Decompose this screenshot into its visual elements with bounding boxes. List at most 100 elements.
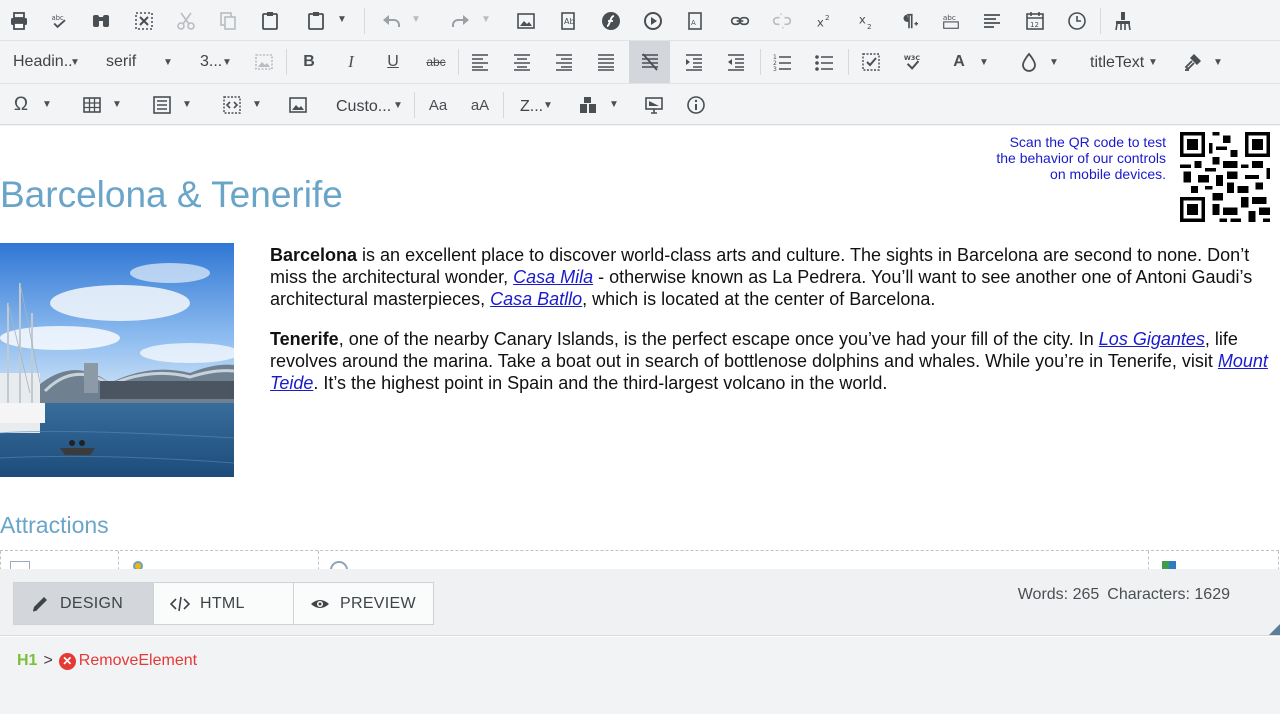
background-color-chevron-icon[interactable]: ▼ [1049,57,1059,68]
print-icon[interactable] [8,6,30,36]
font-name-dropdown[interactable]: serif [106,53,136,71]
page-title[interactable]: Barcelona & Tenerife [0,174,343,216]
font-color-chevron-icon[interactable]: ▼ [979,57,989,68]
font-color-icon[interactable]: A [948,47,970,77]
casa-batllo-link[interactable]: Casa Batllo [490,289,582,309]
zoom-dropdown[interactable]: Z... [520,98,543,116]
attractions-heading[interactable]: Attractions [0,512,109,539]
design-mode-button[interactable]: DESIGN [13,582,154,625]
preview-mode-button[interactable]: PREVIEW [293,582,434,625]
copy-icon[interactable] [218,6,238,36]
insert-symbol-chevron-icon[interactable]: ▼ [42,99,52,110]
format-painter-chevron-icon[interactable]: ▼ [1213,57,1223,68]
insert-time-icon[interactable] [1066,6,1088,36]
font-size-chevron-icon[interactable]: ▼ [222,57,232,68]
table-cell[interactable] [118,551,119,569]
insert-date-icon[interactable]: 12 [1024,6,1046,36]
resize-handle[interactable] [1269,624,1280,635]
css-class-chevron-icon[interactable]: ▼ [1148,57,1158,68]
editor-content-area[interactable]: Scan the QR code to test the behavior of… [0,126,1280,569]
outdent-icon[interactable] [726,47,746,77]
unlink-icon[interactable] [770,6,794,36]
remove-icon[interactable]: ✕ [58,652,76,670]
subscript-icon[interactable]: x2 [856,6,878,36]
template-manager-icon[interactable]: A [684,6,706,36]
table-cell[interactable] [318,551,319,569]
custom-links-chevron-icon[interactable]: ▼ [393,100,403,111]
redo-dropdown-icon[interactable]: ▼ [481,14,491,25]
justify-icon[interactable] [596,47,616,77]
insert-form-element-icon[interactable] [152,90,172,120]
los-gigantes-link[interactable]: Los Gigantes [1099,329,1205,349]
document-manager-icon[interactable]: Ab [558,6,580,36]
bold-icon[interactable]: B [298,47,320,77]
css-class-dropdown[interactable]: titleText [1090,54,1144,72]
format-painter-icon[interactable] [1182,47,1204,77]
insert-image-icon[interactable] [516,6,536,36]
undo-icon[interactable] [380,6,402,36]
paragraph-format-dropdown[interactable]: Headin.. [13,53,73,71]
about-icon[interactable] [686,90,706,120]
image-map-icon[interactable] [254,47,274,77]
remove-element-link[interactable]: RemoveElement [79,652,197,670]
align-left-icon[interactable] [470,47,490,77]
media-manager-icon[interactable] [642,6,664,36]
zoom-chevron-icon[interactable]: ▼ [543,100,553,111]
insert-form-element-chevron-icon[interactable]: ▼ [182,99,192,110]
paste-dropdown-icon[interactable]: ▼ [337,14,347,25]
insert-paragraph-icon[interactable] [898,6,920,36]
barcelona-paragraph[interactable]: Barcelona is an excellent place to disco… [270,244,1280,310]
insert-snippet-chevron-icon[interactable]: ▼ [252,99,262,110]
strikethrough-icon[interactable]: abc [424,47,448,77]
superscript-icon[interactable]: x2 [814,6,836,36]
indent-icon[interactable] [684,47,704,77]
spellcheck-icon[interactable]: abc [48,6,72,36]
casa-mila-link[interactable]: Casa Mila [513,267,593,287]
paste-icon[interactable] [260,6,280,36]
hyperlink-icon[interactable] [728,6,752,36]
custom-links-dropdown[interactable]: Custo... [336,98,391,116]
table-cell[interactable] [1148,551,1149,569]
align-right-icon[interactable] [554,47,574,77]
mode-bar: DESIGN HTML PREVIEW Words: 265 Characters… [0,569,1280,636]
paragraph-format-chevron-icon[interactable]: ▼ [70,57,80,68]
convert-upper-icon[interactable]: aA [468,90,492,120]
path-element-h1[interactable]: H1 [17,652,37,670]
location-icon [133,561,143,569]
italic-icon[interactable]: I [340,47,362,77]
xhtml-validator-icon[interactable]: W3C [902,47,924,77]
toggle-screen-mode-icon[interactable] [644,90,664,120]
numbered-list-icon[interactable]: 123 [772,47,792,77]
paste-special-icon[interactable] [306,6,326,36]
cut-icon[interactable] [176,6,196,36]
find-icon[interactable] [90,6,112,36]
background-color-icon[interactable] [1018,47,1040,77]
flash-manager-icon[interactable] [600,6,622,36]
font-name-chevron-icon[interactable]: ▼ [163,57,173,68]
align-center-icon[interactable] [512,47,532,77]
underline-icon[interactable]: U [382,47,404,77]
attractions-table[interactable] [0,550,1279,569]
clear-formatting-icon[interactable] [1112,6,1134,36]
bulleted-list-icon[interactable] [814,47,834,77]
insert-table-chevron-icon[interactable]: ▼ [112,99,122,110]
image-manager-icon[interactable] [288,90,308,120]
insert-snippet-icon[interactable] [222,90,242,120]
remove-alignment-icon[interactable] [629,41,670,83]
insert-symbol-icon[interactable]: Ω [10,90,32,120]
modules-manager-chevron-icon[interactable]: ▼ [609,99,619,110]
format-stripper-icon[interactable] [982,6,1002,36]
undo-dropdown-icon[interactable]: ▼ [411,14,421,25]
barcelona-harbor-image[interactable] [0,243,234,477]
convert-lower-icon[interactable]: Aa [426,90,450,120]
redo-icon[interactable] [450,6,472,36]
table-cell[interactable] [0,551,1,569]
select-all-icon[interactable] [134,6,154,36]
ajax-spellcheck-icon[interactable]: abc [940,6,962,36]
tenerife-paragraph[interactable]: Tenerife, one of the nearby Canary Islan… [270,328,1280,394]
html-mode-button[interactable]: HTML [153,582,294,625]
modules-manager-icon[interactable] [578,90,598,120]
insert-table-icon[interactable] [82,90,102,120]
accessibility-check-icon[interactable] [860,47,882,77]
font-size-dropdown[interactable]: 3... [200,53,222,71]
